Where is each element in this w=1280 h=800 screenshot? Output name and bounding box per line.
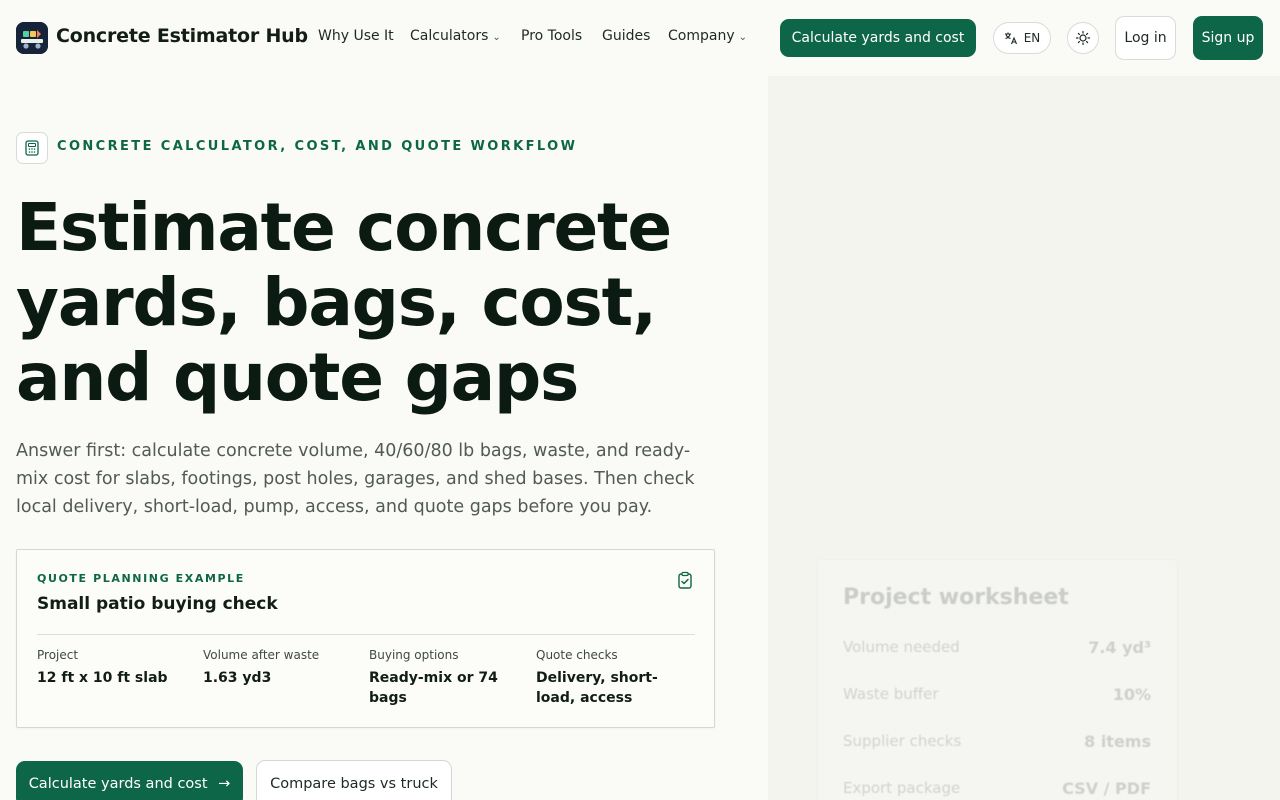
button-label: Calculate yards and cost [28, 776, 208, 792]
card-eyebrow: QUOTE PLANNING EXAMPLE [37, 572, 245, 585]
card-title: Small patio buying check [37, 594, 278, 614]
calculator-icon [16, 132, 48, 164]
nav-label: Guides [602, 28, 651, 44]
card-column-quote-checks: Quote checks Delivery, short-load, acces… [536, 648, 686, 708]
worksheet-row-value: CSV / PDF [1062, 779, 1151, 798]
worksheet-row-value: 7.4 yd³ [1088, 638, 1151, 657]
nav-guides[interactable]: Guides [602, 28, 650, 44]
clipboard-check-icon [678, 571, 692, 589]
hero-title-line: yards, bags, cost, [16, 264, 657, 341]
language-code: EN [1023, 31, 1041, 45]
theme-toggle-button[interactable] [1067, 22, 1099, 54]
worksheet-row-label: Waste buffer [843, 685, 939, 703]
sun-icon [1075, 30, 1091, 46]
card-column-label: Quote checks [536, 648, 618, 662]
hero-title: Estimate concrete yards, bags, cost, and… [16, 190, 756, 415]
login-button[interactable]: Log in [1115, 16, 1176, 60]
card-divider [37, 634, 695, 635]
worksheet-row: Waste buffer 10% [843, 685, 1151, 709]
nav-label: Why Use It [318, 28, 394, 44]
chevron-down-icon: ⌄ [492, 32, 501, 43]
quote-planning-card: QUOTE PLANNING EXAMPLE Small patio buyin… [16, 549, 715, 728]
worksheet-title: Project worksheet [843, 585, 1069, 610]
worksheet-row-label: Supplier checks [843, 732, 962, 750]
translate-icon [1004, 32, 1017, 45]
nav-why-use-it[interactable]: Why Use It [318, 28, 394, 44]
nav-company[interactable]: Company ⌄ [668, 28, 747, 44]
project-worksheet-preview: Project worksheet Volume needed 7.4 yd³ … [817, 559, 1178, 800]
language-switcher[interactable]: EN [993, 22, 1051, 54]
worksheet-row-value: 8 items [1084, 732, 1151, 751]
nav-label: Calculators [410, 28, 489, 44]
card-column-value: Delivery, short-load, access [536, 670, 658, 706]
worksheet-row-value: 10% [1112, 685, 1151, 704]
card-column-value: 12 ft x 10 ft slab [37, 670, 168, 686]
header-calculate-button[interactable]: Calculate yards and cost [780, 19, 976, 57]
card-column-label: Volume after waste [203, 648, 320, 662]
worksheet-row-label: Export package [843, 779, 961, 797]
worksheet-row: Supplier checks 8 items [843, 732, 1151, 756]
card-column-value: 1.63 yd3 [203, 670, 272, 686]
site-header: Concrete Estimator Hub Why Use It Calcul… [0, 0, 1280, 76]
card-column-label: Buying options [369, 648, 459, 662]
nav-label: Pro Tools [521, 28, 583, 44]
nav-label: Company [668, 28, 735, 44]
worksheet-row-label: Volume needed [843, 638, 960, 656]
worksheet-row: Volume needed 7.4 yd³ [843, 638, 1151, 662]
nav-calculators[interactable]: Calculators ⌄ [410, 28, 501, 44]
card-column-label: Project [37, 648, 79, 662]
hero-title-line: and quote gaps [16, 339, 579, 416]
card-column-volume: Volume after waste 1.63 yd3 [203, 648, 363, 688]
card-column-buying: Buying options Ready-mix or 74 bags [369, 648, 529, 708]
compare-bags-button[interactable]: Compare bags vs truck [256, 760, 452, 800]
card-column-project: Project 12 ft x 10 ft slab [37, 648, 197, 688]
brand-logo-icon[interactable] [16, 22, 48, 54]
hero-eyebrow: CONCRETE CALCULATOR, COST, AND QUOTE WOR… [57, 139, 578, 154]
chevron-down-icon: ⌄ [738, 32, 747, 43]
worksheet-row: Export package CSV / PDF [843, 779, 1151, 800]
nav-pro-tools[interactable]: Pro Tools [521, 28, 582, 44]
signup-button[interactable]: Sign up [1193, 16, 1263, 60]
card-column-value: Ready-mix or 74 bags [369, 670, 498, 706]
brand-name[interactable]: Concrete Estimator Hub [56, 25, 308, 47]
hero-title-line: Estimate concrete [16, 189, 672, 266]
hero-subtitle: Answer first: calculate concrete volume,… [16, 441, 695, 517]
calculate-yards-button[interactable]: Calculate yards and cost → [16, 761, 243, 800]
arrow-right-icon: → [218, 776, 231, 792]
